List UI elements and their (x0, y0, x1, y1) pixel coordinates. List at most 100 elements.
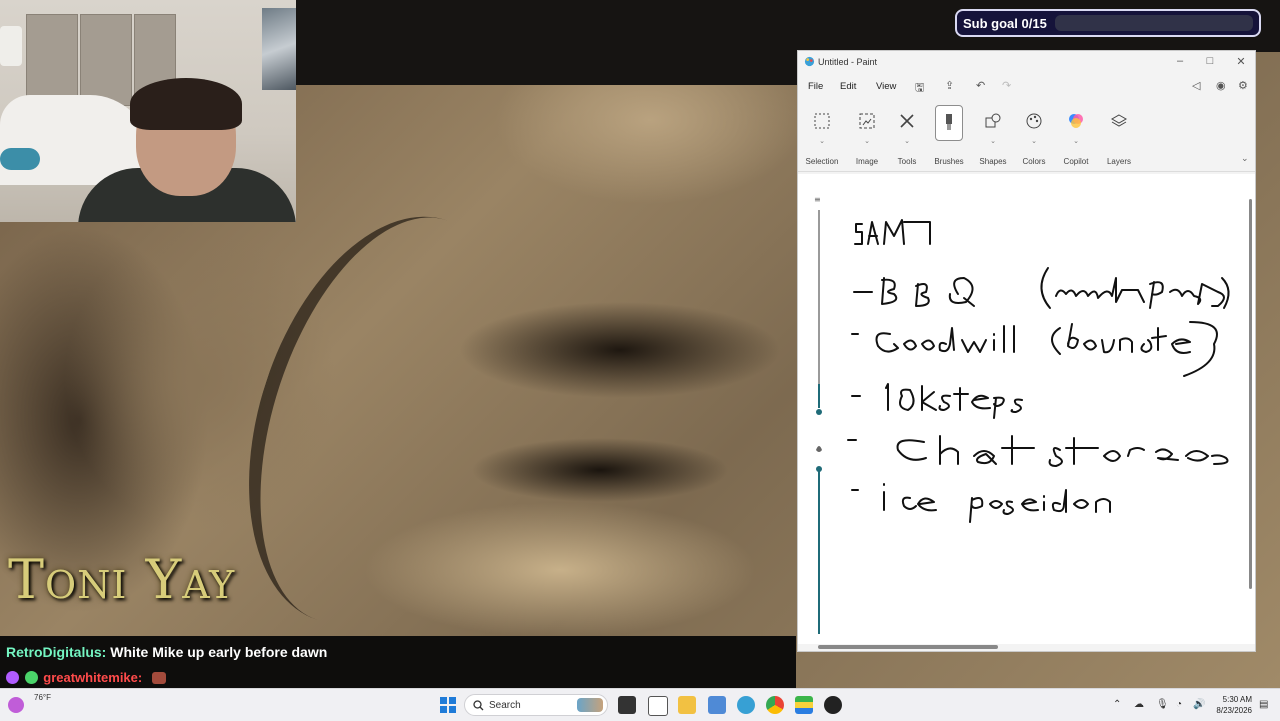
file-explorer-icon[interactable] (678, 696, 696, 714)
chat-message: RetroDigitalus: White Mike up early befo… (6, 644, 327, 660)
handwriting-stroke (961, 339, 987, 353)
menu-edit[interactable]: Edit (840, 81, 856, 92)
gift-badge-icon (24, 671, 38, 684)
paint-menu-bar: File Edit View 🖫 ⇪ ↶ ↷ ◁ ◉ ⚙ (798, 75, 1255, 97)
chevron-down-icon: ⌄ (1073, 138, 1079, 145)
notes-app-icon[interactable] (708, 696, 726, 714)
tool-selection[interactable]: ⌄ Selection (800, 107, 844, 166)
handwriting-stroke (1040, 267, 1051, 309)
redo-icon[interactable]: ↷ (1002, 79, 1011, 92)
windows-taskbar: 76°F Search ⌃ ☁ 🎙 ◔ 🔊 5:30 AM 8/23/2026 … (0, 688, 1280, 721)
handwriting-layer (847, 219, 1230, 523)
brush-icon (935, 105, 963, 141)
handwriting-stroke (993, 325, 1015, 353)
chevron-down-icon: ⌄ (819, 138, 825, 145)
selection-icon (810, 109, 834, 133)
handwriting-stroke (1221, 277, 1230, 309)
ribbon-collapse-icon[interactable]: ⌄ (1241, 153, 1249, 164)
tool-shapes[interactable]: ⌄ Shapes (971, 107, 1015, 166)
handwriting-stroke (1149, 281, 1225, 309)
share-icon[interactable]: ⇪ (945, 79, 954, 92)
obs-icon[interactable] (824, 696, 842, 714)
maximize-icon[interactable]: □ (1202, 55, 1218, 67)
chat-username: greatwhitemike: (43, 670, 143, 685)
handwriting-stroke (875, 332, 899, 353)
cloud-icon[interactable]: ☁ (1134, 699, 1144, 710)
windows-start-icon[interactable] (440, 697, 456, 713)
paint-canvas[interactable]: ≡ (798, 174, 1255, 649)
ribbon-divider (798, 171, 1255, 172)
handwriting-stroke (903, 327, 955, 353)
vertical-scrollbar[interactable] (1249, 199, 1252, 589)
weather-widget[interactable]: 76°F (34, 693, 51, 702)
widget-avatar-icon[interactable] (8, 697, 24, 713)
task-view-icon[interactable] (618, 696, 636, 714)
account-icon[interactable]: ◉ (1216, 79, 1226, 92)
notepad-icon[interactable] (648, 696, 668, 716)
webcam-overlay (0, 0, 296, 222)
handwriting-stroke (896, 439, 927, 461)
chrome-icon[interactable] (766, 696, 784, 714)
tool-tools[interactable]: ⌄ Tools (885, 107, 929, 166)
volume-icon[interactable]: 🔊 (1193, 699, 1205, 710)
close-icon[interactable]: ✕ (1233, 55, 1249, 68)
chevron-down-icon: ⌄ (990, 138, 996, 145)
menu-view[interactable]: View (876, 81, 896, 92)
palette-icon (1022, 109, 1046, 133)
undo-icon[interactable]: ↶ (976, 79, 985, 92)
app-icon[interactable] (795, 696, 813, 714)
tool-layers[interactable]: Layers (1097, 107, 1141, 166)
svg-text:≡: ≡ (814, 195, 821, 204)
notification-icon[interactable]: ▤ (1259, 699, 1268, 710)
handwriting-stroke (854, 223, 863, 245)
brush-size-slider[interactable]: ≡ (814, 194, 824, 649)
wall-poster (262, 8, 296, 90)
chevron-down-icon: ⌄ (1031, 138, 1037, 145)
paint-window[interactable]: Untitled - Paint – □ ✕ File Edit View 🖫 … (797, 50, 1256, 652)
announcement-icon[interactable]: ◁ (1192, 79, 1200, 92)
clock-date: 8/23/2026 (1216, 706, 1252, 715)
tool-colors[interactable]: ⌄ Colors (1012, 107, 1056, 166)
sub-goal-progress-bar (1054, 15, 1253, 31)
mic-badge-icon (6, 671, 19, 684)
handwriting-stroke (1065, 437, 1229, 465)
tool-copilot[interactable]: ⌄ Copilot (1054, 107, 1098, 166)
handwriting-stroke (973, 450, 997, 465)
taskbar-search-input[interactable]: Search (464, 694, 608, 716)
handwriting-stroke (1051, 327, 1061, 355)
emote-icon (151, 672, 166, 684)
search-highlight-image (577, 698, 603, 712)
paint-title-bar[interactable]: Untitled - Paint – □ ✕ (798, 51, 1255, 73)
tools-icon (895, 109, 919, 133)
menu-file[interactable]: File (808, 81, 823, 92)
handwriting-stroke (939, 435, 959, 465)
wifi-icon[interactable]: ◔ (1176, 699, 1182, 710)
paint-taskbar-icon[interactable] (737, 696, 755, 714)
paint-ribbon: ⌄ Selection ⌄ Image ⌄ Tools Brushes ⌄ Sh… (798, 101, 1255, 171)
tool-image[interactable]: ⌄ Image (845, 107, 889, 166)
chat-username: RetroDigitalus: (6, 644, 107, 660)
tool-label: Copilot (1063, 157, 1089, 166)
save-icon[interactable]: 🖫 (915, 79, 924, 98)
taskbar-clock[interactable]: 5:30 AM 8/23/2026 (1210, 694, 1252, 716)
chevron-down-icon: ⌄ (864, 138, 870, 145)
tool-brushes[interactable]: Brushes (927, 105, 971, 166)
handwriting-stroke (1001, 435, 1035, 465)
chevron-down-icon: ⌄ (904, 138, 910, 145)
tool-label: Selection (805, 157, 839, 166)
blanket (0, 148, 40, 170)
minimize-icon[interactable]: – (1172, 55, 1188, 67)
handwriting-stroke (885, 383, 915, 411)
chevron-up-icon[interactable]: ⌃ (1113, 699, 1121, 710)
shapes-icon (981, 109, 1005, 133)
tool-label: Image (855, 157, 879, 166)
microphone-icon[interactable]: 🎙 (1156, 699, 1169, 710)
settings-icon[interactable]: ⚙ (1238, 79, 1248, 92)
paint-window-title: Untitled - Paint (818, 57, 878, 67)
horizontal-scrollbar[interactable] (818, 645, 998, 649)
handwriting-stroke (948, 277, 975, 307)
handwriting-stroke (1055, 277, 1145, 303)
handwriting-stroke (901, 496, 937, 512)
sub-goal-widget: Sub goal 0/15 (955, 9, 1261, 37)
handwriting-stroke (921, 385, 937, 411)
